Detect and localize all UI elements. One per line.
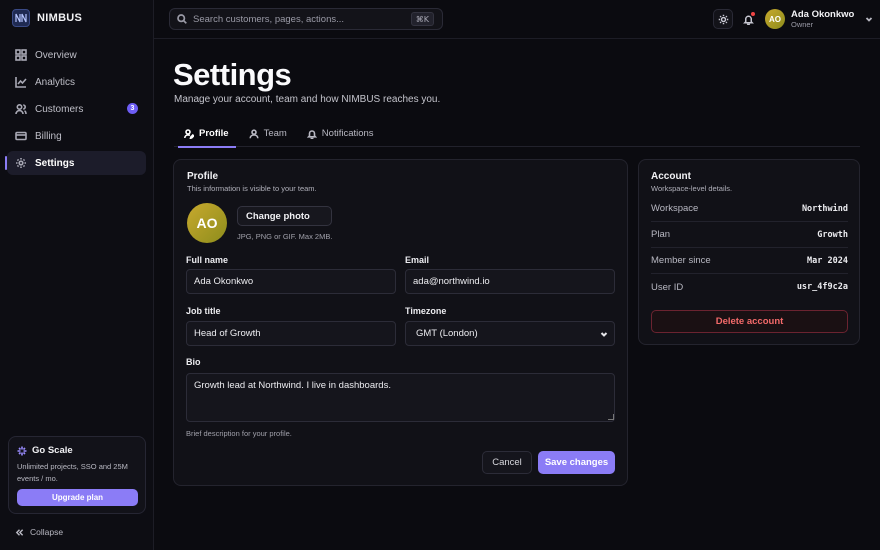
brand-name: NIMBUS bbox=[37, 12, 83, 24]
users-icon bbox=[15, 103, 27, 115]
user-menu[interactable]: AO Ada Okonkwo Owner bbox=[765, 9, 873, 29]
sidebar-nav: Overview Analytics Customers 3 Billing S… bbox=[5, 43, 146, 178]
avatar: AO bbox=[765, 9, 785, 29]
profile-avatar: AO bbox=[187, 203, 227, 243]
account-row-plan: Plan Growth bbox=[651, 222, 848, 248]
delete-account-button[interactable]: Delete account bbox=[651, 310, 848, 333]
chevrons-left-icon bbox=[15, 528, 24, 536]
upgrade-plan-button[interactable]: Upgrade plan bbox=[17, 489, 138, 506]
sparkle-icon bbox=[17, 446, 27, 455]
sidebar-item-billing[interactable]: Billing bbox=[7, 124, 146, 148]
sidebar-item-label: Billing bbox=[35, 130, 62, 142]
tab-team[interactable]: Team bbox=[239, 120, 297, 147]
sidebar-item-label: Customers bbox=[35, 103, 84, 115]
grid-icon bbox=[15, 49, 27, 61]
timezone-select[interactable]: GMT (London) bbox=[405, 321, 615, 346]
account-row-workspace: Workspace Northwind bbox=[651, 196, 848, 222]
sidebar-item-customers[interactable]: Customers 3 bbox=[7, 97, 146, 121]
bio-label: Bio bbox=[186, 357, 201, 367]
cancel-button[interactable]: Cancel bbox=[482, 451, 532, 474]
customers-count-badge: 3 bbox=[127, 103, 138, 114]
full-name-input[interactable] bbox=[186, 269, 396, 294]
resize-handle-icon[interactable] bbox=[608, 414, 614, 420]
team-icon bbox=[248, 128, 259, 138]
notification-dot bbox=[751, 12, 755, 16]
account-row-user-id: User ID usr_4f9c2a bbox=[651, 281, 848, 293]
timezone-label: Timezone bbox=[405, 306, 447, 316]
job-title-input[interactable] bbox=[186, 321, 396, 346]
profile-section-subtitle: This information is visible to your team… bbox=[187, 184, 317, 193]
bio-hint: Brief description for your profile. bbox=[186, 429, 292, 438]
sun-icon bbox=[718, 14, 728, 24]
search-box[interactable]: ⌘K bbox=[169, 8, 443, 30]
gear-icon bbox=[16, 158, 26, 168]
promo-text: Unlimited projects, SSO and 25M events /… bbox=[17, 462, 128, 483]
job-title-label: Job title bbox=[186, 306, 221, 316]
credit-card-icon bbox=[15, 131, 27, 141]
search-input[interactable] bbox=[193, 13, 408, 25]
bio-textarea[interactable]: Growth lead at Northwind. I live in dash… bbox=[186, 373, 615, 422]
collapse-sidebar-button[interactable]: Collapse bbox=[15, 527, 63, 537]
user-role: Owner bbox=[791, 20, 814, 29]
brand[interactable]: NIMBUS bbox=[12, 9, 82, 27]
sidebar-item-label: Overview bbox=[35, 49, 77, 61]
notifications-button[interactable] bbox=[738, 9, 758, 29]
account-card: Account Workspace-level details. Workspa… bbox=[638, 159, 860, 345]
user-edit-icon bbox=[184, 128, 194, 139]
search-shortcut: ⌘K bbox=[410, 12, 434, 26]
sidebar-item-label: Settings bbox=[35, 157, 75, 169]
page-title: Settings bbox=[173, 57, 292, 92]
profile-section-title: Profile bbox=[187, 171, 219, 182]
tab-profile[interactable]: Profile bbox=[174, 120, 239, 148]
chevron-down-icon bbox=[866, 17, 873, 22]
chart-line-icon bbox=[15, 77, 27, 88]
account-section-subtitle: Workspace-level details. bbox=[651, 184, 733, 193]
photo-hint: JPG, PNG or GIF. Max 2MB. bbox=[237, 232, 333, 241]
topbar: ⌘K AO Ada Okonkwo Owner bbox=[154, 0, 880, 39]
sidebar-item-settings[interactable]: Settings bbox=[5, 151, 146, 175]
chevron-down-icon bbox=[600, 331, 608, 337]
account-row-member-since: Member since Mar 2024 bbox=[651, 248, 848, 274]
logo-icon bbox=[12, 9, 30, 27]
profile-photo-row: AO Change photo JPG, PNG or GIF. Max 2MB… bbox=[187, 203, 333, 243]
email-label: Email bbox=[405, 255, 430, 265]
settings-tabs: Profile Team Notifications bbox=[174, 120, 860, 148]
user-name: Ada Okonkwo bbox=[791, 9, 855, 20]
full-name-label: Full name bbox=[186, 255, 229, 265]
tab-notifications[interactable]: Notifications bbox=[297, 120, 384, 147]
sidebar-item-overview[interactable]: Overview bbox=[7, 43, 146, 67]
sidebar: NIMBUS Overview Analytics Customers 3 Bi… bbox=[0, 0, 154, 550]
email-field[interactable] bbox=[405, 269, 615, 294]
account-section-title: Account bbox=[651, 171, 691, 182]
page-subtitle: Manage your account, team and how NIMBUS… bbox=[174, 94, 441, 105]
timezone-value: GMT (London) bbox=[416, 328, 478, 339]
sidebar-item-label: Analytics bbox=[35, 76, 76, 88]
change-photo-button[interactable]: Change photo bbox=[237, 206, 333, 226]
sidebar-item-analytics[interactable]: Analytics bbox=[7, 70, 146, 94]
bell-icon bbox=[306, 129, 317, 139]
theme-toggle-button[interactable] bbox=[713, 9, 733, 29]
upgrade-promo-card: Go Scale Unlimited projects, SSO and 25M… bbox=[8, 436, 146, 514]
save-changes-button[interactable]: Save changes bbox=[538, 451, 615, 474]
promo-title: Go Scale bbox=[17, 445, 137, 456]
search-icon bbox=[177, 14, 187, 24]
